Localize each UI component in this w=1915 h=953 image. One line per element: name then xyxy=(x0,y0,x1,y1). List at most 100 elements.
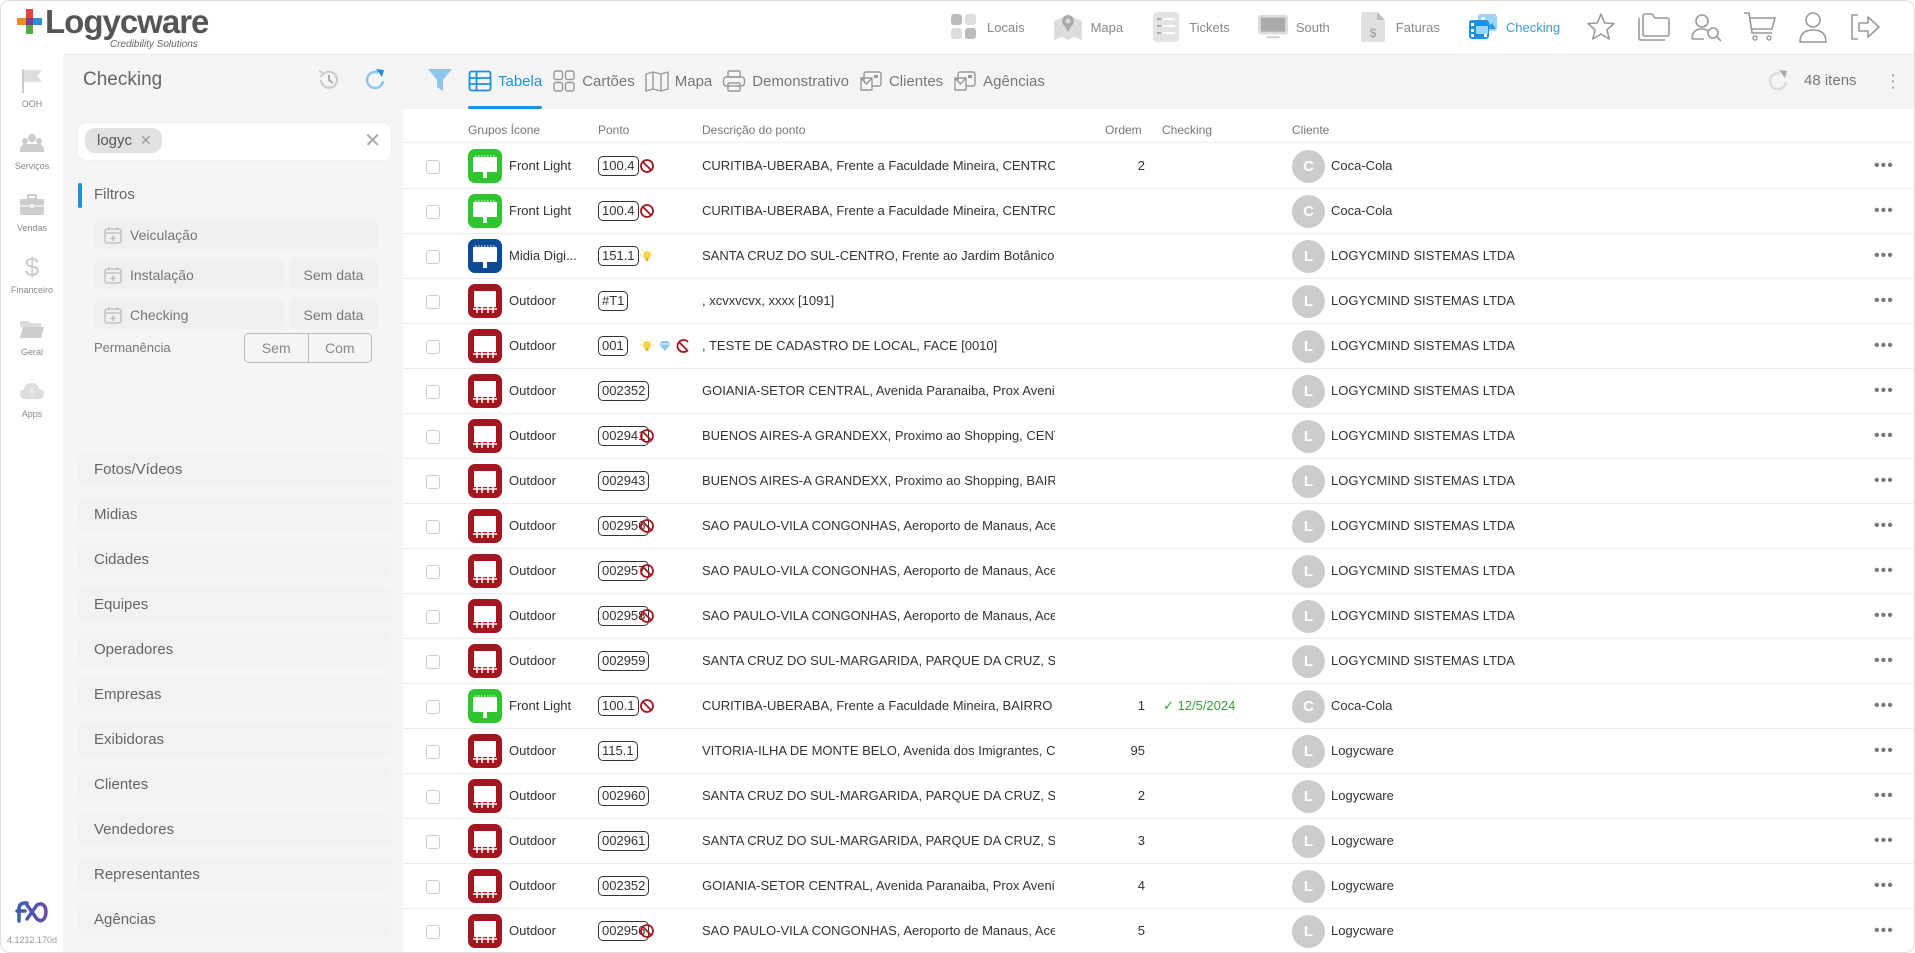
topnav-checking[interactable]: Checking xyxy=(1468,12,1560,42)
row-more-icon[interactable]: ••• xyxy=(1874,202,1894,220)
instalacao-date-filter[interactable]: Instalação xyxy=(94,260,284,289)
filter-section-operadores[interactable]: Operadores xyxy=(78,633,391,666)
row-checkbox[interactable] xyxy=(426,925,440,939)
row-more-icon[interactable]: ••• xyxy=(1874,787,1894,805)
cart-icon[interactable] xyxy=(1742,9,1778,45)
folder-icon[interactable] xyxy=(1636,9,1672,45)
checking-value[interactable]: Sem data xyxy=(289,300,378,329)
logout-icon[interactable] xyxy=(1848,9,1884,45)
row-checkbox[interactable] xyxy=(426,880,440,894)
row-checkbox[interactable] xyxy=(426,205,440,219)
logo[interactable]: Logycware Credibility Solutions xyxy=(15,3,209,50)
perm-sem-option[interactable]: Sem xyxy=(245,334,309,362)
row-checkbox[interactable] xyxy=(426,790,440,804)
row-checkbox[interactable] xyxy=(426,700,440,714)
table-row[interactable]: Front Light 100.1 CURITIBA-UBERABA, Frente… xyxy=(403,684,1914,729)
row-checkbox[interactable] xyxy=(426,430,440,444)
ponto-badge[interactable]: 002960 xyxy=(598,786,650,806)
topnav-tickets[interactable]: Tickets xyxy=(1151,12,1230,42)
rail-item-geral[interactable]: Geral xyxy=(1,315,63,357)
table-row[interactable]: Outdoor 002958 SAO PAULO-VILA CONGONHAS, A… xyxy=(403,594,1914,639)
col-ponto[interactable]: Ponto xyxy=(598,123,629,137)
tab-mapa[interactable]: Mapa xyxy=(645,65,712,97)
filter-section-empresas[interactable]: Empresas xyxy=(78,678,391,711)
col-desc[interactable]: Descrição do ponto xyxy=(702,123,805,137)
filter-section-fotos-videos[interactable]: Fotos/Vídeos xyxy=(78,453,391,486)
filter-section-representantes[interactable]: Representantes xyxy=(78,858,391,891)
user-icon[interactable] xyxy=(1795,9,1831,45)
row-more-icon[interactable]: ••• xyxy=(1874,517,1894,535)
table-row[interactable]: Midia Digi... 151.1 SANTA CRUZ DO SUL-CENT… xyxy=(403,234,1914,279)
filters-label[interactable]: Filtros xyxy=(94,186,135,203)
history-icon[interactable] xyxy=(316,67,342,93)
more-options-icon[interactable]: ⋮ xyxy=(1884,70,1902,92)
row-checkbox[interactable] xyxy=(426,520,440,534)
row-more-icon[interactable]: ••• xyxy=(1874,247,1894,265)
row-more-icon[interactable]: ••• xyxy=(1874,877,1894,895)
rail-item-vendas[interactable]: Vendas xyxy=(1,191,63,233)
row-checkbox[interactable] xyxy=(426,745,440,759)
tab-tabela[interactable]: Tabela xyxy=(468,65,543,109)
row-checkbox[interactable] xyxy=(426,655,440,669)
tab-agencias[interactable]: Agências xyxy=(953,65,1045,97)
refresh-icon[interactable] xyxy=(362,67,388,93)
topnav-faturas[interactable]: $ Faturas xyxy=(1358,12,1440,42)
checking-date-filter[interactable]: Checking xyxy=(94,300,284,329)
rail-item-ooh[interactable]: OOH xyxy=(1,67,63,109)
table-row[interactable]: Outdoor 002941 BUENOS AIRES-A GRANDEXX, Pr… xyxy=(403,414,1914,459)
col-grupo[interactable]: Grupos Ícone xyxy=(468,123,540,137)
row-checkbox[interactable] xyxy=(426,250,440,264)
table-row[interactable]: Outdoor 002956 SAO PAULO-VILA CONGONHAS, A… xyxy=(403,909,1914,952)
col-ordem[interactable]: Ordem xyxy=(1105,123,1142,137)
table-row[interactable]: Outdoor 002943 BUENOS AIRES-A GRANDEXX, Pr… xyxy=(403,459,1914,504)
table-row[interactable]: Outdoor 002959 SANTA CRUZ DO SUL-MARGARIDA… xyxy=(403,639,1914,684)
tab-demonstrativo[interactable]: Demonstrativo xyxy=(722,65,849,97)
row-more-icon[interactable]: ••• xyxy=(1874,382,1894,400)
table-row[interactable]: Outdoor 002957 SAO PAULO-VILA CONGONHAS, A… xyxy=(403,549,1914,594)
table-row[interactable]: Outdoor 002960 SANTA CRUZ DO SUL-MARGARIDA… xyxy=(403,774,1914,819)
clear-search-icon[interactable]: ✕ xyxy=(364,131,381,151)
row-more-icon[interactable]: ••• xyxy=(1874,292,1894,310)
topnav-locais[interactable]: Locais xyxy=(949,12,1025,42)
table-row[interactable]: Outdoor 002961 SANTA CRUZ DO SUL-MARGARIDA… xyxy=(403,819,1914,864)
ponto-badge[interactable]: 100.1 xyxy=(598,696,639,716)
table-row[interactable]: Outdoor 115.1 VITORIA-ILHA DE MONTE BELO, … xyxy=(403,729,1914,774)
topnav-mapa[interactable]: Mapa xyxy=(1053,12,1123,42)
rail-item-servicos[interactable]: Serviços xyxy=(1,129,63,171)
ponto-badge[interactable]: 001 xyxy=(598,336,628,356)
ponto-badge[interactable]: 100.4 xyxy=(598,201,639,221)
col-checking[interactable]: Checking xyxy=(1162,123,1212,137)
filter-section-cidades[interactable]: Cidades xyxy=(78,543,391,576)
ponto-badge[interactable]: 100.4 xyxy=(598,156,639,176)
row-more-icon[interactable]: ••• xyxy=(1874,472,1894,490)
table-row[interactable]: Outdoor 002956 SAO PAULO-VILA CONGONHAS, A… xyxy=(403,504,1914,549)
ponto-badge[interactable]: 002943 xyxy=(598,471,650,491)
search-input[interactable]: logyc ✕ ✕ xyxy=(78,123,391,160)
filter-icon[interactable] xyxy=(427,67,453,93)
filter-section-exibidoras[interactable]: Exibidoras xyxy=(78,723,391,756)
tab-cartoes[interactable]: Cartões xyxy=(552,65,635,97)
row-more-icon[interactable]: ••• xyxy=(1874,832,1894,850)
table-row[interactable]: Front Light 100.4 CURITIBA-UBERABA, Frente… xyxy=(403,189,1914,234)
rail-item-financeiro[interactable]: $ Financeiro xyxy=(1,252,63,296)
row-more-icon[interactable]: ••• xyxy=(1874,697,1894,715)
table-row[interactable]: Outdoor 002352 GOIANIA-SETOR CENTRAL, Aven… xyxy=(403,864,1914,909)
ponto-badge[interactable]: 002352 xyxy=(598,876,650,896)
table-row[interactable]: Outdoor #T1 , xcvxvcvx, xxxx [1091] L LOGYCM… xyxy=(403,279,1914,324)
instalacao-value[interactable]: Sem data xyxy=(289,260,378,289)
row-more-icon[interactable]: ••• xyxy=(1874,337,1894,355)
row-checkbox[interactable] xyxy=(426,610,440,624)
row-checkbox[interactable] xyxy=(426,295,440,309)
table-row[interactable]: Front Light 100.4 CURITIBA-UBERABA, Frente… xyxy=(403,144,1914,189)
search-chip[interactable]: logyc ✕ xyxy=(85,128,162,153)
star-icon[interactable] xyxy=(1583,9,1619,45)
user-search-icon[interactable] xyxy=(1689,9,1725,45)
ponto-badge[interactable]: 115.1 xyxy=(598,741,638,761)
row-checkbox[interactable] xyxy=(426,160,440,174)
row-more-icon[interactable]: ••• xyxy=(1874,427,1894,445)
row-checkbox[interactable] xyxy=(426,340,440,354)
tab-clientes[interactable]: Clientes xyxy=(859,65,943,97)
col-cliente[interactable]: Cliente xyxy=(1292,123,1329,137)
filter-section-clientes[interactable]: Clientes xyxy=(78,768,391,801)
row-more-icon[interactable]: ••• xyxy=(1874,742,1894,760)
